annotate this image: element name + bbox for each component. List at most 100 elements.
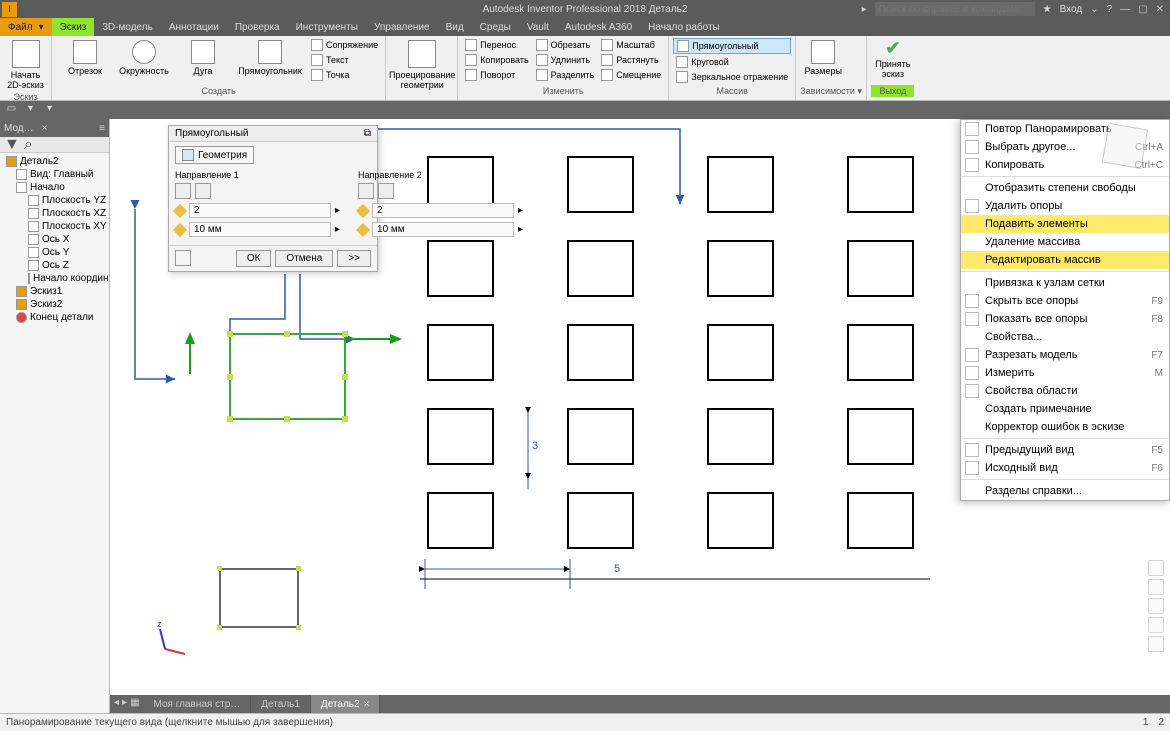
context-item[interactable]: Корректор ошибок в эскизе [961,418,1169,436]
geometry-select-button[interactable]: Геометрия [175,146,254,164]
context-item[interactable]: Скрыть все опорыF9 [961,292,1169,310]
tab-home[interactable]: Моя главная стр… [144,695,252,713]
nav-zoom-icon[interactable] [1148,579,1164,595]
help-icon[interactable]: ? [1107,4,1113,15]
menu-a360[interactable]: Autodesk A360 [557,18,640,36]
filter-icon[interactable]: ▼ [4,136,20,154]
close-icon[interactable]: ✕ [1156,4,1164,15]
menu-tools[interactable]: Инструменты [288,18,366,36]
extend-button[interactable]: Удлинить [533,53,598,67]
menu-getstarted[interactable]: Начало работы [640,18,728,36]
tree-sketch1[interactable]: Эскиз1 [2,285,107,298]
context-item[interactable]: Показать все опорыF8 [961,310,1169,328]
point-button[interactable]: Точка [308,68,381,82]
login-button[interactable]: Вход [1060,4,1083,15]
dir1-spacing-input[interactable] [189,222,331,237]
doctab-prev-icon[interactable]: ◂ [114,697,119,711]
tab-part1[interactable]: Деталь1 [251,695,311,713]
new-icon[interactable]: ▭ [4,103,19,118]
tree-axis-y[interactable]: Ось Y [2,246,107,259]
stretch-button[interactable]: Растянуть [598,53,664,67]
context-item[interactable]: Отобразить степени свободы [961,179,1169,197]
dir2-flip-button[interactable] [378,183,394,199]
dialog-options-button[interactable] [175,250,191,266]
nav-lookat-icon[interactable] [1148,617,1164,633]
mirror-button[interactable]: Зеркальное отражение [673,70,791,84]
browser-close-icon[interactable]: × [42,123,48,134]
nav-orbit-icon[interactable] [1148,598,1164,614]
context-item[interactable]: Привязка к узлам сетки [961,274,1169,292]
text-button[interactable]: Текст [308,53,381,67]
tree-view[interactable]: Вид: Главный [2,168,107,181]
tree-plane-xy[interactable]: Плоскость XY [2,220,107,233]
rotate-button[interactable]: Поворот [462,68,531,82]
context-item[interactable]: Исходный видF6 [961,459,1169,477]
circular-pattern-button[interactable]: Круговой [673,55,791,69]
context-item[interactable]: Удаление массива [961,233,1169,251]
tree-origin[interactable]: Начало [2,181,107,194]
dialog-pin-icon[interactable]: ⧉ [364,128,371,139]
move-button[interactable]: Перенос [462,38,531,52]
tab-close-icon[interactable]: × [364,699,370,710]
offset-button[interactable]: Смещение [598,68,664,82]
context-item[interactable]: Предыдущий видF5 [961,441,1169,459]
expand-button[interactable]: >> [337,250,371,267]
tree-axis-x[interactable]: Ось X [2,233,107,246]
open-icon[interactable]: ▾ [23,103,38,118]
context-item[interactable]: Удалить опоры [961,197,1169,215]
tree-coord[interactable]: Начало координат [2,272,107,285]
start-2d-sketch-button[interactable]: Начать 2D-эскиз [4,38,47,92]
dir2-count-input[interactable] [372,203,514,218]
dir2-spacing-input[interactable] [372,222,514,237]
trim-button[interactable]: Обрезать [533,38,598,52]
circle-button[interactable]: Окружность [115,38,173,78]
menu-annotations[interactable]: Аннотации [161,18,227,36]
rectangle-button[interactable]: Прямоугольник [233,38,307,78]
context-item[interactable]: Создать примечание [961,400,1169,418]
context-item[interactable]: Подавить элементы [961,215,1169,233]
menu-vault[interactable]: Vault [519,18,557,36]
dir1-count-input[interactable] [189,203,331,218]
project-geometry-button[interactable]: Проецирование геометрии [390,38,454,92]
context-item[interactable]: ИзмеритьM [961,364,1169,382]
viewcube[interactable] [1096,118,1154,176]
tree-plane-yz[interactable]: Плоскость YZ [2,194,107,207]
tab-part2[interactable]: Деталь2× [311,695,380,713]
doctab-next-icon[interactable]: ▸ [122,697,127,711]
menu-sketch[interactable]: Эскиз [52,18,95,36]
scale-button[interactable]: Масштаб [598,38,664,52]
menu-inspect[interactable]: Проверка [227,18,288,36]
context-item[interactable]: Свойства... [961,328,1169,346]
dir2-select-button[interactable] [358,183,374,199]
menu-view[interactable]: Вид [438,18,472,36]
dir1-select-button[interactable] [175,183,191,199]
context-item[interactable]: Свойства области [961,382,1169,400]
line-button[interactable]: Отрезок [56,38,114,78]
menu-environments[interactable]: Среды [472,18,519,36]
context-item[interactable]: Разделы справки... [961,482,1169,500]
doctab-list-icon[interactable]: ▦ [130,697,139,711]
nav-pan-icon[interactable] [1148,560,1164,576]
split-button[interactable]: Разделить [533,68,598,82]
tree-end[interactable]: Конец детали [2,311,107,324]
search-icon[interactable]: ⌕ [24,136,33,154]
favorite-icon[interactable]: ★ [1043,4,1052,15]
dimension-button[interactable]: Размеры [800,38,846,78]
tree-root[interactable]: Деталь2 [2,155,107,168]
browser-tab[interactable]: Мод… [4,123,34,134]
menu-3dmodel[interactable]: 3D-модель [94,18,160,36]
rectangular-pattern-button[interactable]: Прямоугольный [673,38,791,54]
ok-button[interactable]: ОК [236,250,272,267]
dir1-flip-button[interactable] [195,183,211,199]
context-item[interactable]: Разрезать модельF7 [961,346,1169,364]
context-item[interactable]: Редактировать массив [961,251,1169,269]
fillet-button[interactable]: Сопряжение [308,38,381,52]
menu-manage[interactable]: Управление [366,18,438,36]
tree-sketch2[interactable]: Эскиз2 [2,298,107,311]
cancel-button[interactable]: Отмена [275,250,333,267]
cart-icon[interactable]: ⌄ [1090,4,1098,15]
save-icon[interactable]: ▾ [42,103,57,118]
tree-plane-xz[interactable]: Плоскость XZ [2,207,107,220]
help-search-input[interactable] [875,2,1035,16]
finish-sketch-button[interactable]: ✔Принять эскиз [871,38,915,79]
